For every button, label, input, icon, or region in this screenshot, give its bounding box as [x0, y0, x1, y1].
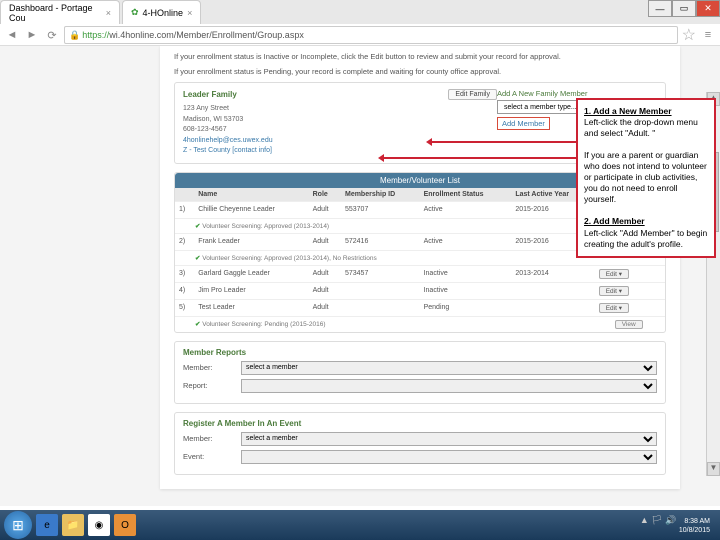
- close-icon[interactable]: ×: [106, 8, 111, 18]
- taskbar-explorer-icon[interactable]: 📁: [62, 514, 84, 536]
- family-address: 123 Any Street: [183, 104, 497, 115]
- add-member-label: Add A New Family Member: [497, 89, 657, 98]
- notice-pending: If your enrollment status is Pending, yo…: [174, 67, 666, 76]
- callout-text-1: Left-click the drop-down menu and select…: [584, 117, 698, 138]
- tab-strip: Dashboard - Portage Cou × ✿ 4-HOnline ×: [0, 0, 720, 24]
- table-row: ✔ Volunteer Screening: Pending (2015-201…: [175, 316, 665, 332]
- scroll-down-button[interactable]: ▼: [707, 462, 720, 476]
- table-row: 3)Garlard Gaggle LeaderAdult573457Inacti…: [175, 265, 665, 282]
- start-button[interactable]: ⊞: [4, 511, 32, 539]
- callout-arrow-1: [428, 141, 576, 143]
- clover-icon: ✿: [131, 7, 139, 18]
- event-label: Event:: [183, 452, 233, 461]
- lock-icon: 🔒: [69, 30, 80, 41]
- back-button[interactable]: ◄: [4, 27, 20, 43]
- url-input[interactable]: 🔒 https:// wi.4honline.com/Member/Enroll…: [64, 26, 678, 44]
- reports-panel: Member Reports Member: select a member Re…: [174, 341, 666, 404]
- view-button[interactable]: View: [615, 320, 643, 329]
- tray-date: 10/8/2015: [679, 527, 710, 534]
- callout-heading-2: 2. Add Member: [584, 216, 645, 226]
- tab-label: 4-HOnline: [143, 8, 184, 18]
- system-tray[interactable]: ▲ 🏳 🔊 8:38 AM 10/8/2015: [640, 515, 716, 535]
- url-scheme: https://: [82, 30, 109, 40]
- taskbar: ⊞ e 📁 ◉ O ▲ 🏳 🔊 8:38 AM 10/8/2015: [0, 510, 720, 540]
- table-row: 5)Test LeaderAdultPendingEdit ▾: [175, 299, 665, 316]
- reload-button[interactable]: ⟳: [44, 27, 60, 43]
- member-label: Member:: [183, 363, 233, 372]
- family-city: Madison, WI 53703: [183, 115, 497, 126]
- family-title: Leader Family: [183, 90, 237, 99]
- family-county[interactable]: Z - Test County [contact info]: [183, 146, 497, 157]
- edit-button[interactable]: Edit ▾: [599, 303, 629, 313]
- window-buttons: — ▭ ✕: [648, 0, 720, 17]
- table-row: 4)Jim Pro LeaderAdultInactiveEdit ▾: [175, 282, 665, 299]
- report-label: Report:: [183, 381, 233, 390]
- tab-dashboard[interactable]: Dashboard - Portage Cou ×: [0, 0, 120, 24]
- close-button[interactable]: ✕: [696, 0, 720, 17]
- menu-button[interactable]: ≡: [700, 27, 716, 43]
- address-bar-row: ◄ ► ⟳ 🔒 https:// wi.4honline.com/Member/…: [0, 24, 720, 46]
- browser-chrome: — ▭ ✕ Dashboard - Portage Cou × ✿ 4-HOnl…: [0, 0, 720, 46]
- register-panel: Register A Member In An Event Member: sel…: [174, 412, 666, 475]
- event-select[interactable]: [241, 450, 657, 464]
- callout-text-2: If you are a parent or guardian who does…: [584, 150, 707, 204]
- family-phone: 608-123-4567: [183, 125, 497, 136]
- taskbar-ie-icon[interactable]: e: [36, 514, 58, 536]
- maximize-button[interactable]: ▭: [672, 0, 696, 17]
- forward-button[interactable]: ►: [24, 27, 40, 43]
- callout-arrow-2: [380, 157, 576, 159]
- callout-heading-1: 1. Add a New Member: [584, 106, 672, 116]
- callout-text-3: Left-click "Add Member" to begin creatin…: [584, 228, 707, 249]
- edit-button[interactable]: Edit ▾: [599, 286, 629, 296]
- tab-4honline[interactable]: ✿ 4-HOnline ×: [122, 0, 201, 24]
- tab-label: Dashboard - Portage Cou: [9, 3, 102, 23]
- col-status: Enrollment Status: [420, 188, 512, 202]
- col-mid: Membership ID: [341, 188, 420, 202]
- member-label: Member:: [183, 434, 233, 443]
- notice-inactive: If your enrollment status is Inactive or…: [174, 52, 666, 61]
- col-name: Name: [194, 188, 308, 202]
- bookmark-icon[interactable]: ☆: [682, 25, 696, 45]
- minimize-button[interactable]: —: [648, 0, 672, 17]
- edit-family-button[interactable]: Edit Family: [448, 89, 497, 100]
- close-icon[interactable]: ×: [187, 8, 192, 18]
- report-member-select[interactable]: select a member: [241, 361, 657, 375]
- tray-time: 8:38 AM: [684, 518, 710, 525]
- reports-title: Member Reports: [183, 348, 657, 357]
- register-member-select[interactable]: select a member: [241, 432, 657, 446]
- report-select[interactable]: [241, 379, 657, 393]
- edit-button[interactable]: Edit ▾: [599, 269, 629, 279]
- taskbar-chrome-icon[interactable]: ◉: [88, 514, 110, 536]
- register-title: Register A Member In An Event: [183, 419, 657, 428]
- instruction-callout: 1. Add a New Member Left-click the drop-…: [576, 98, 716, 258]
- tray-icons[interactable]: ▲ 🏳 🔊: [640, 515, 677, 525]
- add-member-button[interactable]: Add Member: [497, 117, 550, 130]
- taskbar-outlook-icon[interactable]: O: [114, 514, 136, 536]
- col-role: Role: [309, 188, 341, 202]
- url-text: wi.4honline.com/Member/Enrollment/Group.…: [109, 30, 304, 40]
